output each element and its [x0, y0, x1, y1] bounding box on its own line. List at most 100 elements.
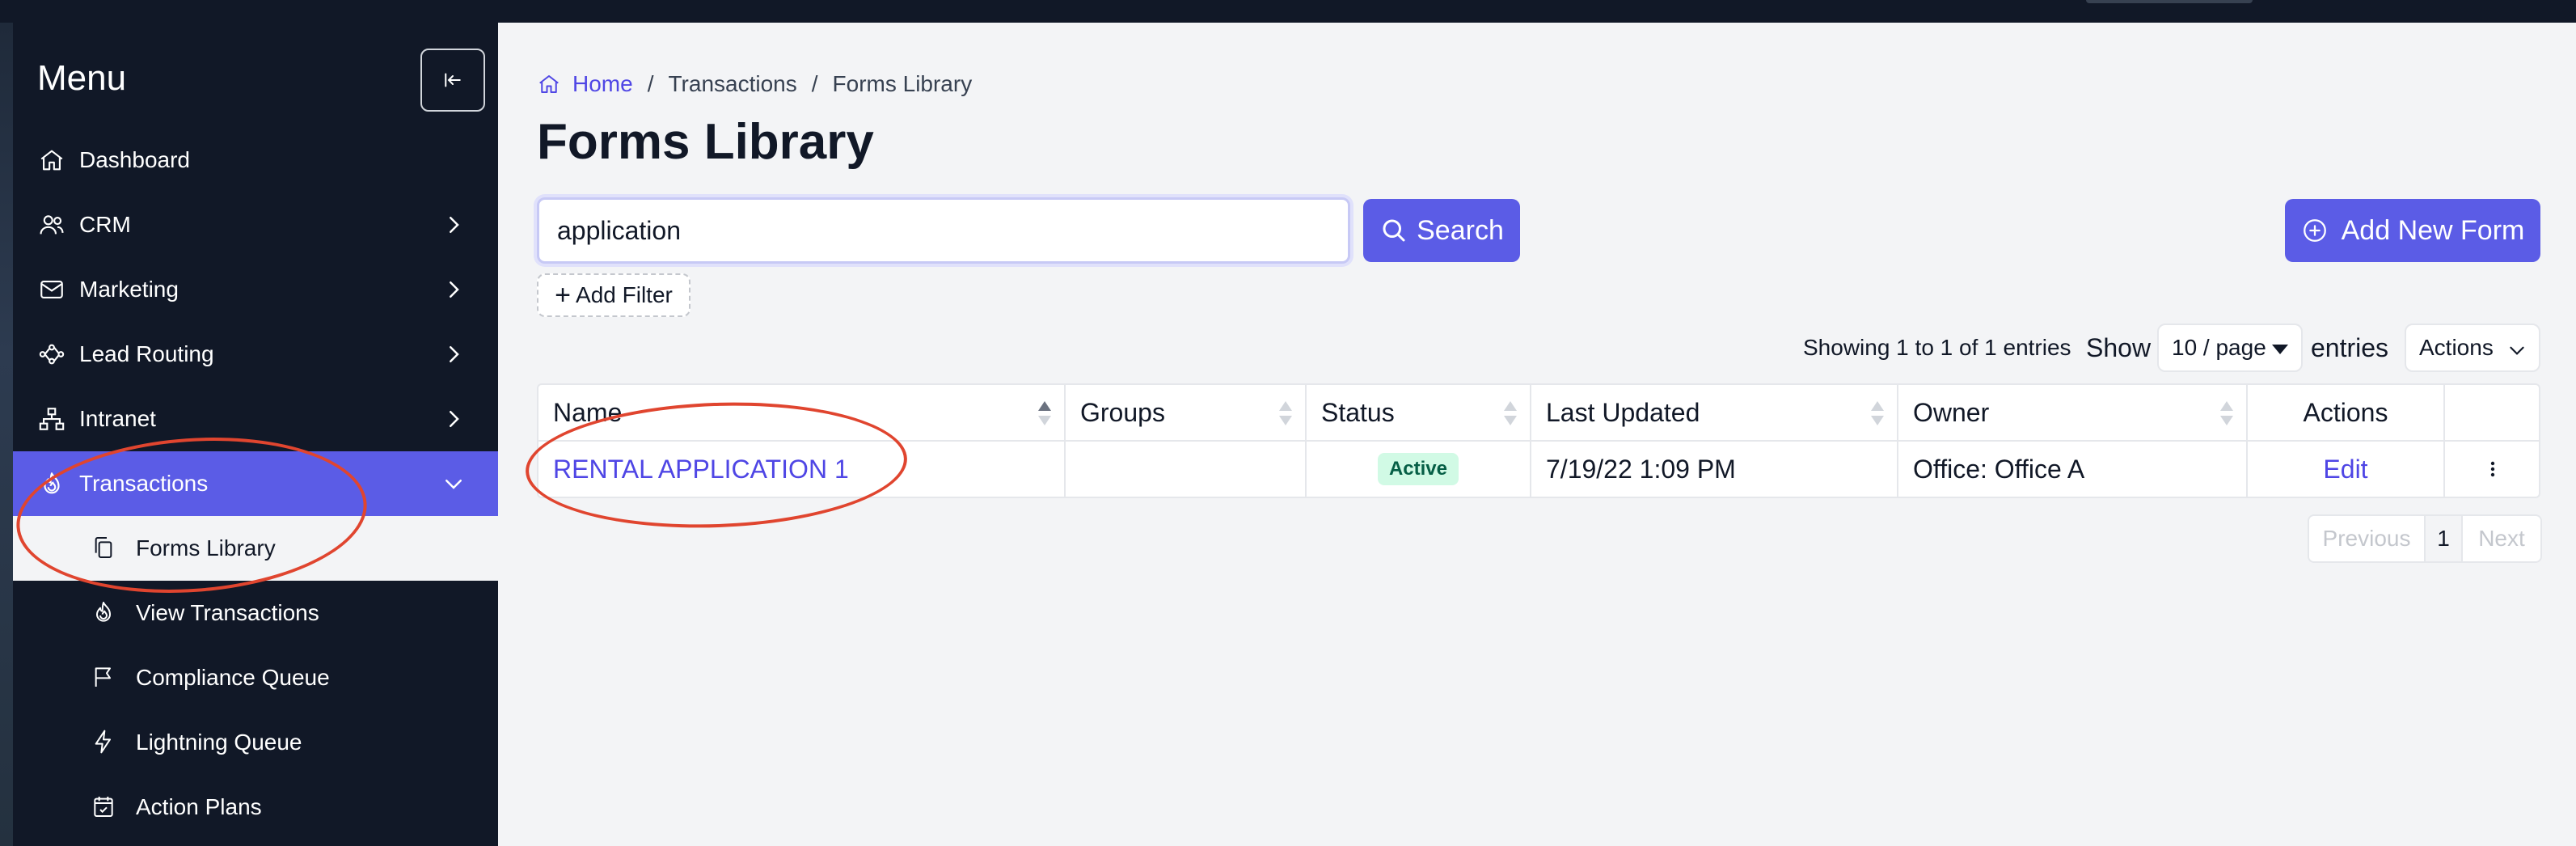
page-title: Forms Library [537, 114, 874, 170]
copy-icon [91, 535, 118, 562]
page-size-value: 10 / page [2172, 335, 2266, 360]
desktop-background-strip [0, 23, 13, 846]
edit-link[interactable]: Edit [2323, 455, 2367, 484]
column-header-owner[interactable]: Owner [1898, 385, 2248, 440]
bulk-actions-dropdown[interactable]: Actions [2405, 324, 2540, 372]
sidebar-item-label: Intranet [79, 406, 156, 431]
flame-icon [37, 469, 66, 498]
column-header-status[interactable]: Status [1307, 385, 1531, 440]
breadcrumb-item-forms-library: Forms Library [832, 71, 973, 96]
row-menu-button[interactable] [2445, 442, 2540, 497]
sidebar-subitem-label: Forms Library [136, 535, 276, 560]
sidebar-subitem-view-transactions[interactable]: View Transactions [13, 581, 498, 645]
table-row-cell-owner: Office: Office A [1898, 442, 2248, 497]
column-header-name[interactable]: Name [538, 385, 1066, 440]
sidebar-item-crm[interactable]: CRM [13, 192, 498, 257]
sort-icon [1871, 401, 1884, 425]
plus-circle-icon [2303, 219, 2326, 242]
sidebar-item-label: Marketing [79, 277, 179, 302]
sort-icon [2220, 401, 2233, 425]
users-icon [37, 210, 66, 239]
sidebar-item-lead-routing[interactable]: Lead Routing [13, 322, 498, 387]
sort-icon [1279, 401, 1292, 425]
chevron-right-icon [450, 217, 459, 233]
column-header-groups[interactable]: Groups [1066, 385, 1307, 440]
sidebar-item-dashboard[interactable]: Dashboard [13, 128, 498, 192]
column-header-actions: Actions [2248, 385, 2445, 440]
search-input[interactable] [537, 197, 1350, 264]
column-header-label: Name [553, 397, 623, 427]
add-filter-label: Add Filter [576, 282, 673, 307]
breadcrumb-item-transactions[interactable]: Transactions [668, 71, 796, 97]
pagination-next-button[interactable]: Next [2463, 516, 2540, 561]
chevron-down-icon [2510, 346, 2524, 355]
column-header-label: Owner [1913, 397, 1990, 427]
collapse-sidebar-button[interactable] [420, 49, 485, 112]
caret-down-icon [2272, 345, 2288, 354]
table-row-cell-name: RENTAL APPLICATION 1 [538, 442, 1066, 497]
top-bar-pill [2086, 0, 2253, 3]
sidebar-item-label: Dashboard [79, 147, 190, 172]
status-badge: Active [1377, 453, 1459, 485]
share-icon [37, 340, 66, 369]
pagination-previous-button[interactable]: Previous [2309, 516, 2426, 561]
page-size-select[interactable]: 10 / page [2157, 324, 2303, 372]
home-icon [539, 75, 559, 93]
add-new-form-button[interactable]: Add New Form [2285, 199, 2540, 262]
column-header-label: Groups [1080, 397, 1165, 427]
column-header-menu [2445, 385, 2540, 440]
sitemap-icon [37, 404, 66, 434]
table-row-cell-groups [1066, 442, 1307, 497]
breadcrumb-separator: / [811, 71, 818, 96]
calendar-check-icon [91, 793, 118, 821]
sort-icon [1038, 401, 1051, 425]
table-row-cell-status: Active [1307, 442, 1531, 497]
table-row-cell-actions: Edit [2248, 442, 2445, 497]
sidebar-subitem-label: View Transactions [136, 600, 319, 625]
sidebar-item-intranet[interactable]: Intranet [13, 387, 498, 451]
breadcrumb: Home / Transactions / Forms Library [537, 71, 972, 97]
column-header-last-updated[interactable]: Last Updated [1531, 385, 1898, 440]
entries-label: entries [2311, 333, 2389, 362]
sidebar-item-label: Lead Routing [79, 341, 214, 366]
show-label: Show [2086, 333, 2152, 362]
search-icon [1383, 219, 1405, 242]
breadcrumb-home-link[interactable]: Home [537, 71, 633, 97]
home-icon [37, 146, 66, 175]
sidebar-item-label: Transactions [79, 471, 209, 496]
sidebar-subitem-label: Action Plans [136, 794, 262, 819]
sidebar-item-transactions[interactable]: Transactions [13, 451, 498, 516]
top-bar [0, 0, 2576, 23]
sidebar-subitem-label: Lightning Queue [136, 730, 302, 755]
chevron-right-icon [450, 346, 459, 362]
bolt-icon [91, 729, 118, 756]
sidebar: Menu Dashboard CRM Marketing Lead Routin… [13, 23, 498, 846]
sidebar-subitem-label: Compliance Queue [136, 665, 330, 690]
menu-title: Menu [37, 58, 127, 98]
chevron-right-icon [450, 411, 459, 427]
table-row-cell-last-updated: 7/19/22 1:09 PM [1531, 442, 1898, 497]
column-header-label: Status [1321, 397, 1395, 427]
sidebar-item-marketing[interactable]: Marketing [13, 257, 498, 322]
column-header-label: Last Updated [1546, 397, 1700, 427]
more-vertical-icon [2490, 461, 2495, 477]
add-new-form-label: Add New Form [2341, 214, 2525, 246]
collapse-left-icon [445, 73, 461, 87]
sort-icon [1504, 401, 1517, 425]
pagination: Previous 1 Next [2308, 514, 2542, 563]
entries-summary: Showing 1 to 1 of 1 entries [1803, 335, 2071, 360]
sidebar-item-label: CRM [79, 212, 131, 237]
form-name-link[interactable]: RENTAL APPLICATION 1 [553, 455, 849, 484]
pagination-page-1[interactable]: 1 [2426, 516, 2463, 561]
breadcrumb-separator: / [647, 71, 654, 96]
sidebar-subitem-action-plans[interactable]: Action Plans [13, 775, 498, 840]
mail-icon [37, 275, 66, 304]
sidebar-subitem-lightning-queue[interactable]: Lightning Queue [13, 710, 498, 775]
search-button[interactable]: Search [1363, 199, 1520, 262]
sidebar-subitem-compliance-queue[interactable]: Compliance Queue [13, 645, 498, 710]
forms-table: Name Groups Status Last Updated Owner Ac… [537, 383, 2540, 498]
search-button-label: Search [1417, 214, 1504, 246]
chevron-right-icon [450, 281, 459, 298]
sidebar-subitem-forms-library[interactable]: Forms Library [13, 516, 498, 581]
add-filter-button[interactable]: + Add Filter [537, 273, 690, 317]
